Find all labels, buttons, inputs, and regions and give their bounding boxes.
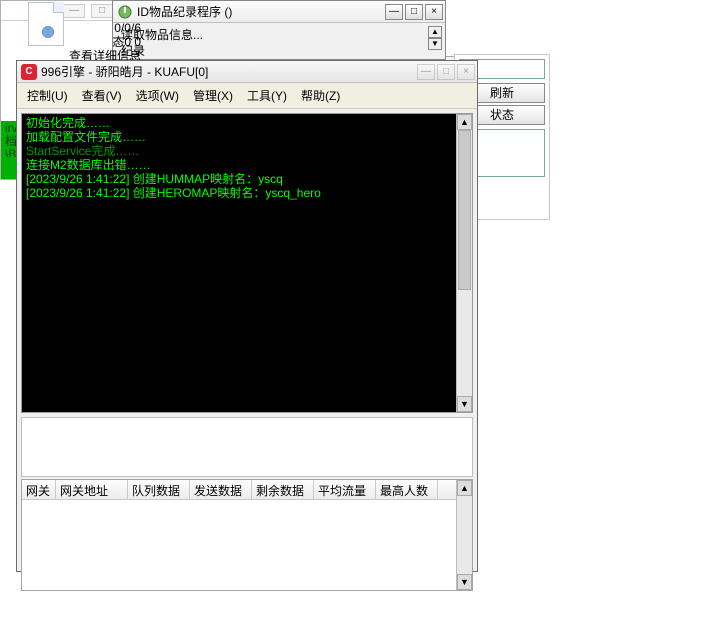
titlebar[interactable]: ID物品纪录程序 () — □ × <box>113 1 445 23</box>
menu-options[interactable]: 选项(W) <box>130 85 185 106</box>
spinner-down-icon[interactable]: ▼ <box>428 38 442 50</box>
gateway-table: 网关 网关地址 队列数据 发送数据 剩余数据 平均流量 最高人数 ▲ ▼ <box>21 479 473 591</box>
window-title: 996引擎 - 骄阳皓月 - KUAFU[0] <box>41 63 413 80</box>
maximize-button[interactable]: □ <box>91 4 113 18</box>
app-icon <box>117 4 133 20</box>
scroll-down-icon[interactable]: ▼ <box>457 396 472 412</box>
scroll-up-icon[interactable]: ▲ <box>457 480 472 496</box>
console-line: StartService完成…… <box>26 144 468 158</box>
scroll-thumb[interactable] <box>458 130 471 290</box>
console-line: 连接M2数据库出错…… <box>26 158 468 172</box>
col-gateway-addr[interactable]: 网关地址 <box>56 480 128 499</box>
close-button[interactable]: × <box>425 4 443 20</box>
window-title: ID物品纪录程序 () <box>137 3 381 20</box>
minimize-button[interactable]: — <box>385 4 403 20</box>
log-line: 纪录 <box>121 43 437 59</box>
menu-manage[interactable]: 管理(X) <box>187 85 239 106</box>
scroll-up-icon[interactable]: ▲ <box>457 114 472 130</box>
spinner-up-icon[interactable]: ▲ <box>428 26 442 38</box>
menu-tools[interactable]: 工具(Y) <box>241 85 293 106</box>
counter-text: 0/0/6 <box>21 21 141 35</box>
log-line: 读取物品信息... <box>121 27 437 43</box>
table-header: 网关 网关地址 队列数据 发送数据 剩余数据 平均流量 最高人数 <box>22 480 456 500</box>
menu-help[interactable]: 帮助(Z) <box>295 85 346 106</box>
console-line: [2023/9/26 1:41:22] 创建HEROMAP映射名：yscq_he… <box>26 186 468 200</box>
menu-view[interactable]: 查看(V) <box>76 85 128 106</box>
maximize-button[interactable]: □ <box>405 4 423 20</box>
console-scrollbar[interactable]: ▲ ▼ <box>456 114 472 412</box>
engine-main-window: C 996引擎 - 骄阳皓月 - KUAFU[0] — □ × 控制(U) 查看… <box>16 60 478 572</box>
console-line: [2023/9/26 1:41:22] 创建HUMMAP映射名：yscq <box>26 172 468 186</box>
menu-control[interactable]: 控制(U) <box>21 85 74 106</box>
console-output: 初始化完成…… 加载配置文件完成…… StartService完成…… 连接M2… <box>21 113 473 413</box>
id-item-log-window: ID物品纪录程序 () — □ × 读取物品信息... 纪录 ▲ ▼ <box>112 0 446 60</box>
spinner[interactable]: ▲ ▼ <box>428 26 442 50</box>
stats-line: 态0 0 <box>21 35 141 49</box>
maximize-button[interactable]: □ <box>437 64 455 80</box>
col-send[interactable]: 发送数据 <box>190 480 252 499</box>
table-scrollbar[interactable]: ▲ ▼ <box>456 480 472 590</box>
menubar: 控制(U) 查看(V) 选项(W) 管理(X) 工具(Y) 帮助(Z) <box>17 83 477 109</box>
scroll-track[interactable] <box>457 496 472 574</box>
col-queue[interactable]: 队列数据 <box>128 480 190 499</box>
minimize-button[interactable]: — <box>417 64 435 80</box>
window-body: 读取物品信息... 纪录 ▲ ▼ <box>113 23 445 59</box>
spacer <box>3 159 15 177</box>
console-line: 初始化完成…… <box>26 116 468 130</box>
info-panel <box>21 417 473 477</box>
col-avg[interactable]: 平均流量 <box>314 480 376 499</box>
app-icon: C <box>21 64 37 80</box>
scroll-down-icon[interactable]: ▼ <box>457 574 472 590</box>
col-remain[interactable]: 剩余数据 <box>252 480 314 499</box>
table-body <box>22 500 456 590</box>
titlebar[interactable]: C 996引擎 - 骄阳皓月 - KUAFU[0] — □ × <box>17 61 477 83</box>
col-max[interactable]: 最高人数 <box>376 480 438 499</box>
close-button[interactable]: × <box>457 64 475 80</box>
console-line: 加载配置文件完成…… <box>26 130 468 144</box>
col-gateway[interactable]: 网关 <box>22 480 56 499</box>
scroll-track[interactable] <box>457 130 472 396</box>
